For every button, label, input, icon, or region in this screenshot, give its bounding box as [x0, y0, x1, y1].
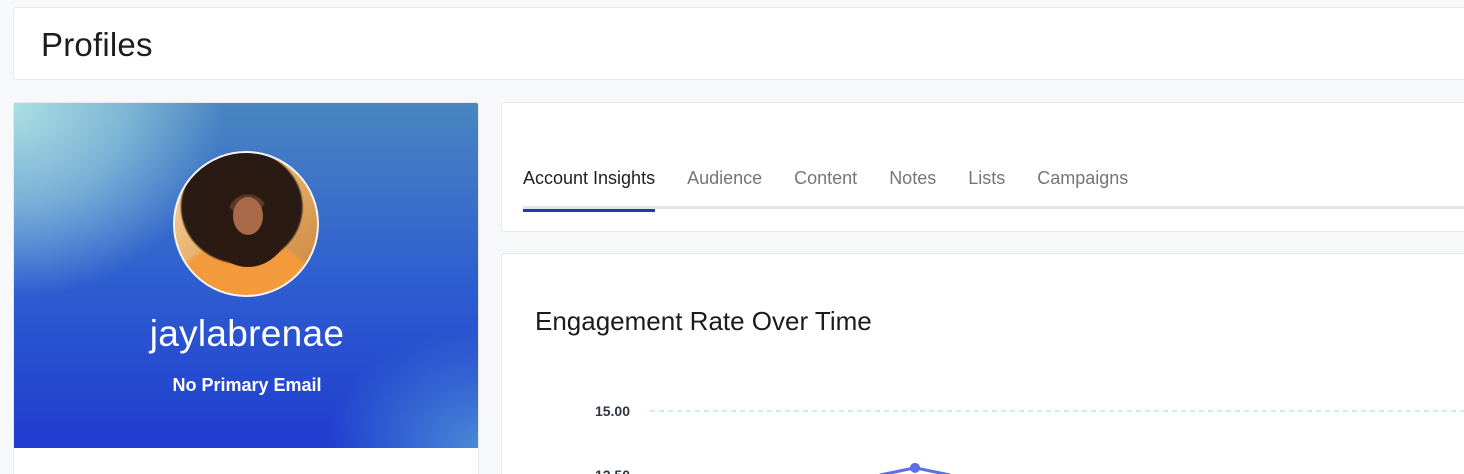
- data-point-0-1[interactable]: [910, 462, 920, 473]
- tab-content[interactable]: Content: [794, 164, 857, 209]
- page-header: Profiles: [13, 7, 1464, 80]
- tab-account-insights[interactable]: Account Insights: [523, 164, 656, 212]
- tab-audience[interactable]: Audience: [687, 164, 762, 209]
- y-tick-label-0: 15.00: [595, 403, 630, 419]
- engagement-chart-card: Engagement Rate Over Time 15.0012.50: [501, 253, 1464, 474]
- avatar[interactable]: [173, 151, 319, 297]
- profile-tabs-card: Account Insights Audience Content Notes …: [501, 102, 1464, 232]
- profile-banner: jaylabrenae No Primary Email: [14, 103, 478, 448]
- profile-username: jaylabrenae: [149, 313, 345, 354]
- tab-lists[interactable]: Lists: [968, 164, 1005, 209]
- page-title: Profiles: [41, 26, 153, 63]
- tab-campaigns[interactable]: Campaigns: [1037, 164, 1128, 209]
- profile-tabs: Account Insights Audience Content Notes …: [523, 164, 1464, 212]
- avatar-face: [233, 197, 263, 235]
- tab-notes[interactable]: Notes: [889, 164, 936, 209]
- engagement-rate-chart: 15.00 12.50: [595, 403, 1464, 474]
- y-tick-label-1: 12.50: [595, 467, 630, 474]
- profile-email-status: No Primary Email: [172, 375, 322, 395]
- profile-card: jaylabrenae No Primary Email: [13, 102, 479, 474]
- profiles-page: Profiles jaylabrenae No Primary Email Ac…: [0, 0, 1464, 474]
